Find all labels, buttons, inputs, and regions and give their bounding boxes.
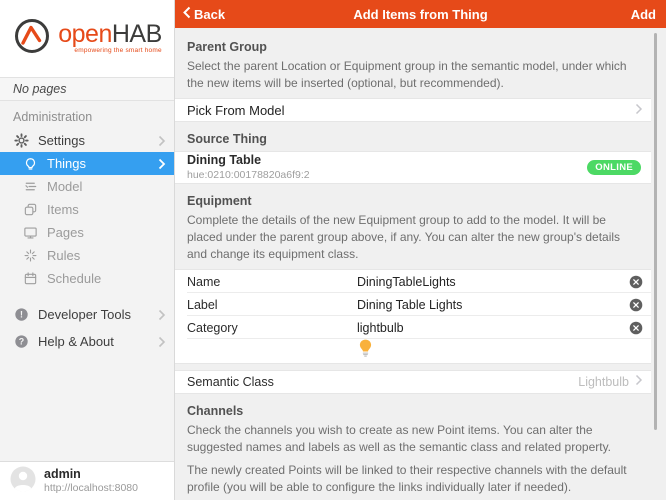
administration-section-label: Administration bbox=[0, 101, 174, 129]
gear-icon bbox=[13, 133, 29, 149]
lightbulb-category-icon bbox=[357, 338, 374, 364]
chevron-right-icon bbox=[158, 336, 166, 348]
pick-from-model-label: Pick From Model bbox=[187, 103, 635, 118]
navbar: Back Add Items from Thing Add bbox=[175, 0, 666, 28]
no-pages-label: No pages bbox=[0, 77, 174, 101]
semantic-class-label: Semantic Class bbox=[187, 375, 578, 389]
chevron-left-icon bbox=[183, 6, 191, 22]
page-content: Parent Group Select the parent Location … bbox=[175, 28, 666, 500]
back-label: Back bbox=[194, 7, 225, 22]
model-tree-icon bbox=[22, 179, 38, 195]
pages-monitor-icon bbox=[22, 225, 38, 241]
sidebar-item-help-about[interactable]: ? Help & About bbox=[0, 330, 174, 353]
chevron-right-icon bbox=[635, 103, 643, 118]
page-title: Add Items from Thing bbox=[175, 7, 666, 22]
app-window: openHAB empowering the smart home No pag… bbox=[0, 0, 666, 500]
sidebar-item-settings[interactable]: Settings bbox=[0, 129, 174, 152]
back-button[interactable]: Back bbox=[175, 6, 225, 22]
sidebar-item-things[interactable]: Things bbox=[0, 152, 174, 175]
logo-tagline: empowering the smart home bbox=[74, 48, 161, 55]
sidebar-item-label: Settings bbox=[38, 133, 149, 148]
add-button[interactable]: Add bbox=[631, 7, 666, 22]
thing-name: Dining Table bbox=[187, 153, 587, 169]
status-badge: ONLINE bbox=[587, 160, 641, 175]
user-account[interactable]: admin http://localhost:8080 bbox=[0, 461, 174, 500]
chevron-right-icon bbox=[635, 373, 643, 391]
semantic-class-value: Lightbulb bbox=[578, 375, 629, 389]
sidebar-item-label: Developer Tools bbox=[38, 307, 149, 322]
svg-text:!: ! bbox=[20, 310, 23, 320]
sidebar-item-model[interactable]: Model bbox=[0, 175, 174, 198]
source-thing-title: Source Thing bbox=[187, 132, 637, 146]
lightbulb-icon bbox=[22, 156, 38, 172]
sidebar-item-schedule[interactable]: Schedule bbox=[0, 267, 174, 290]
sidebar-nav: Settings Things bbox=[0, 129, 174, 353]
chevron-right-icon bbox=[158, 158, 166, 170]
chevron-right-icon bbox=[158, 309, 166, 321]
clear-icon[interactable] bbox=[629, 321, 643, 335]
equipment-title: Equipment bbox=[187, 194, 637, 208]
sidebar-item-label: Rules bbox=[47, 248, 166, 263]
logo-hab: HAB bbox=[112, 20, 162, 48]
channels-description-1: Check the channels you wish to create as… bbox=[187, 422, 633, 456]
label-field-label: Label bbox=[187, 298, 357, 312]
sidebar-item-label: Schedule bbox=[47, 271, 166, 286]
clear-icon[interactable] bbox=[629, 298, 643, 312]
sidebar-item-developer-tools[interactable]: ! Developer Tools bbox=[0, 303, 174, 326]
rules-sparkle-icon bbox=[22, 248, 38, 264]
category-field-label: Category bbox=[187, 321, 357, 335]
equipment-description: Complete the details of the new Equipmen… bbox=[187, 212, 633, 263]
channels-description-2: The newly created Points will be linked … bbox=[187, 462, 633, 496]
developer-tools-icon: ! bbox=[13, 307, 29, 323]
category-field-row: Category bbox=[175, 316, 651, 339]
name-field-label: Name bbox=[187, 275, 357, 289]
openhab-logo[interactable]: openHAB empowering the smart home bbox=[0, 0, 174, 77]
sidebar-item-label: Model bbox=[47, 179, 166, 194]
thing-uid: hue:0210:00178820a6f9:2 bbox=[187, 169, 587, 182]
sidebar-item-label: Help & About bbox=[38, 334, 149, 349]
sidebar-item-label: Things bbox=[47, 156, 149, 171]
sidebar: openHAB empowering the smart home No pag… bbox=[0, 0, 175, 500]
sidebar-item-label: Pages bbox=[47, 225, 166, 240]
sidebar-item-items[interactable]: Items bbox=[0, 198, 174, 221]
channels-title: Channels bbox=[187, 404, 637, 418]
main-panel: Back Add Items from Thing Add Parent Gro… bbox=[175, 0, 666, 500]
help-icon: ? bbox=[13, 334, 29, 350]
parent-group-title: Parent Group bbox=[187, 40, 637, 54]
source-thing-row: Dining Table hue:0210:00178820a6f9:2 ONL… bbox=[175, 151, 651, 184]
category-preview-row bbox=[175, 339, 651, 363]
avatar bbox=[10, 466, 36, 497]
chevron-right-icon bbox=[158, 135, 166, 147]
clear-icon[interactable] bbox=[629, 275, 643, 289]
name-field-row: Name bbox=[175, 270, 651, 293]
openhab-logo-icon bbox=[12, 16, 52, 61]
equipment-form: Name Label Category bbox=[175, 269, 651, 364]
sidebar-item-label: Items bbox=[47, 202, 166, 217]
label-field[interactable] bbox=[357, 298, 623, 312]
schedule-calendar-icon bbox=[22, 271, 38, 287]
logo-open: open bbox=[58, 20, 112, 48]
name-field[interactable] bbox=[357, 275, 623, 289]
items-copy-icon bbox=[22, 202, 38, 218]
semantic-class-row[interactable]: Semantic Class Lightbulb bbox=[175, 370, 651, 394]
pick-from-model-row[interactable]: Pick From Model bbox=[175, 98, 651, 122]
sidebar-item-rules[interactable]: Rules bbox=[0, 244, 174, 267]
category-field[interactable] bbox=[357, 321, 623, 335]
user-url: http://localhost:8080 bbox=[44, 482, 138, 495]
parent-group-description: Select the parent Location or Equipment … bbox=[187, 58, 633, 92]
label-field-row: Label bbox=[175, 293, 651, 316]
user-name: admin bbox=[44, 467, 138, 482]
scrollbar-thumb[interactable] bbox=[654, 33, 657, 430]
openhab-logo-text: openHAB empowering the smart home bbox=[58, 22, 162, 55]
sidebar-item-pages[interactable]: Pages bbox=[0, 221, 174, 244]
svg-text:?: ? bbox=[18, 337, 23, 347]
